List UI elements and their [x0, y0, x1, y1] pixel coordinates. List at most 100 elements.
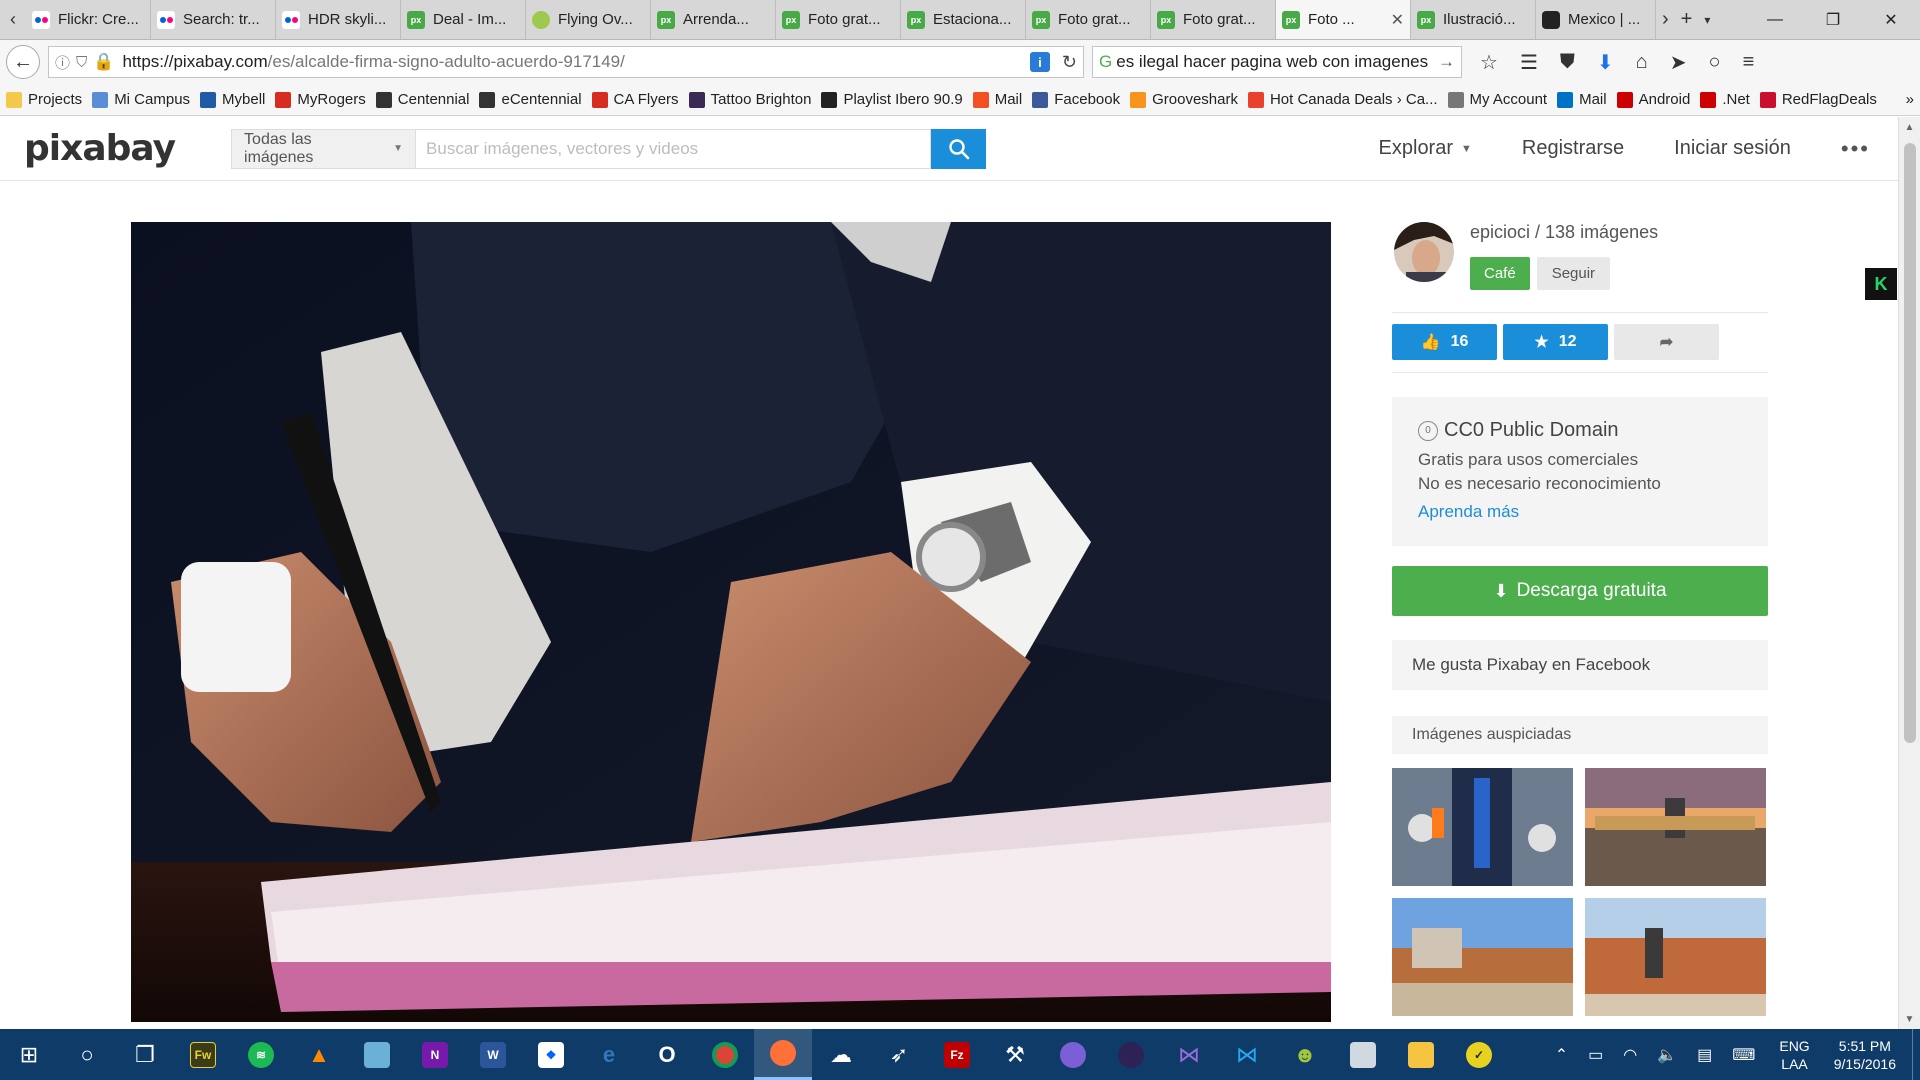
eclipse-icon[interactable] — [1102, 1029, 1160, 1080]
tab[interactable]: px Foto grat... — [776, 0, 901, 39]
free-download-button[interactable]: ⬇ Descarga gratuita — [1392, 566, 1768, 616]
bookmark-item[interactable]: Mail — [972, 91, 1022, 108]
sponsored-thumbnail[interactable] — [1585, 768, 1766, 886]
bookmarks-overflow-icon[interactable]: » — [1906, 91, 1914, 108]
scroll-up-icon[interactable]: ▲ — [1899, 117, 1920, 137]
bookmark-item[interactable]: Android — [1616, 91, 1690, 108]
tab[interactable]: px Arrenda... — [651, 0, 776, 39]
battery-icon[interactable]: ▭ — [1588, 1045, 1603, 1065]
search-go-icon[interactable]: → — [1438, 52, 1455, 72]
clock[interactable]: 5:51 PM 9/15/2016 — [1834, 1037, 1896, 1073]
info-icon[interactable]: ⓘ — [55, 52, 70, 73]
cafe-button[interactable]: Café — [1470, 257, 1530, 290]
bookmark-item[interactable]: Projects — [6, 91, 82, 108]
app-icon[interactable] — [348, 1029, 406, 1080]
share-button[interactable]: ➦ — [1614, 324, 1719, 360]
explore-menu[interactable]: Explorar ▼ — [1379, 137, 1472, 160]
favorite-button[interactable]: ★ 12 — [1503, 324, 1608, 360]
android-icon[interactable]: ☻ — [1276, 1029, 1334, 1080]
search-input[interactable] — [415, 128, 932, 169]
vlc-icon[interactable]: ▲ — [290, 1029, 348, 1080]
like-button[interactable]: 👍 16 — [1392, 324, 1497, 360]
follow-button[interactable]: Seguir — [1536, 257, 1611, 290]
bookmark-item[interactable]: .Net — [1700, 91, 1750, 108]
bookmark-item[interactable]: Playlist Ibero 90.9 — [821, 91, 963, 108]
search-button[interactable] — [931, 128, 987, 169]
login-link[interactable]: Iniciar sesión — [1674, 137, 1791, 160]
app-icon[interactable] — [1044, 1029, 1102, 1080]
dropbox-icon[interactable]: ❖ — [522, 1029, 580, 1080]
learn-more-link[interactable]: Aprenda más — [1418, 502, 1742, 522]
facebook-like-box[interactable]: Me gusta Pixabay en Facebook — [1392, 640, 1768, 690]
tab[interactable]: Mexico | ... — [1536, 0, 1656, 39]
send-icon[interactable]: ➤ — [1670, 50, 1687, 75]
tab-scroll-left-icon[interactable]: ‹ — [0, 0, 26, 39]
home-icon[interactable]: ⌂ — [1636, 51, 1648, 74]
back-button[interactable]: ← — [6, 45, 40, 79]
bookmark-item[interactable]: Centennial — [375, 91, 469, 108]
author-name[interactable]: epicioci / 138 imágenes — [1470, 222, 1658, 243]
reading-list-icon[interactable]: ☰ — [1520, 50, 1538, 75]
scroll-down-icon[interactable]: ▼ — [1899, 1009, 1920, 1029]
bookmark-item[interactable]: Facebook — [1032, 91, 1120, 108]
bookmark-item[interactable]: MyRogers — [275, 91, 366, 108]
bookmark-item[interactable]: Mi Campus — [92, 91, 190, 108]
chat-icon[interactable]: ○ — [1709, 51, 1721, 74]
bookmark-item[interactable]: My Account — [1447, 91, 1547, 108]
pixabay-logo[interactable]: pixabay — [24, 128, 176, 169]
visual-studio-icon[interactable]: ⋈ — [1160, 1029, 1218, 1080]
download-icon[interactable]: ⬇ — [1597, 50, 1614, 75]
more-options-icon[interactable]: ••• — [1841, 136, 1870, 162]
app-icon[interactable]: ✓ — [1450, 1029, 1508, 1080]
tab-list-icon[interactable]: ▾ — [1704, 13, 1710, 27]
cortana-icon[interactable]: ○ — [58, 1029, 116, 1080]
close-tab-icon[interactable]: ✕ — [1385, 10, 1404, 30]
show-hidden-icons-icon[interactable]: ⌃ — [1555, 1045, 1568, 1065]
search-engine-icon[interactable]: G — [1099, 52, 1112, 72]
word-icon[interactable]: W — [464, 1029, 522, 1080]
page-info-icon[interactable]: i — [1029, 52, 1050, 72]
action-center-icon[interactable]: ▤ — [1697, 1045, 1712, 1065]
shield-icon[interactable]: ⛉ — [76, 54, 87, 71]
task-view-icon[interactable]: ❐ — [116, 1029, 174, 1080]
vscode-icon[interactable]: ⋈ — [1218, 1029, 1276, 1080]
url-bar[interactable]: ⓘ ⛉ 🔒 https://pixabay.com/es/alcalde-fir… — [48, 46, 1084, 78]
show-desktop-button[interactable] — [1912, 1029, 1920, 1080]
tab[interactable]: px Foto grat... — [1151, 0, 1276, 39]
app-icon[interactable] — [1334, 1029, 1392, 1080]
tab[interactable]: px Estaciona... — [901, 0, 1026, 39]
bookmark-item[interactable]: CA Flyers — [591, 91, 679, 108]
windows-start-icon[interactable]: ⊞ — [0, 1029, 58, 1080]
menu-icon[interactable]: ≡ — [1743, 51, 1755, 74]
tools-icon[interactable]: ⚒ — [986, 1029, 1044, 1080]
bookmark-item[interactable]: Tattoo Brighton — [688, 91, 811, 108]
onenote-icon[interactable]: N — [406, 1029, 464, 1080]
app-icon[interactable]: ➶ — [870, 1029, 928, 1080]
firefox-icon[interactable] — [754, 1029, 812, 1080]
tab[interactable]: Flickr: Cre... — [26, 0, 151, 39]
edge-icon[interactable]: e — [580, 1029, 638, 1080]
keyboard-icon[interactable]: ⌨ — [1732, 1045, 1755, 1065]
file-explorer-icon[interactable] — [1392, 1029, 1450, 1080]
scrollbar-thumb[interactable] — [1904, 143, 1916, 743]
opera-icon[interactable]: O — [638, 1029, 696, 1080]
wifi-icon[interactable]: ◠ — [1623, 1045, 1637, 1065]
sponsored-thumbnail[interactable] — [1392, 768, 1573, 886]
avatar[interactable] — [1394, 222, 1454, 282]
bookmark-item[interactable]: RedFlagDeals — [1759, 91, 1877, 108]
tab-scroll-right-icon[interactable]: › — [1662, 8, 1669, 31]
sponsored-thumbnail[interactable] — [1585, 898, 1766, 1016]
chrome-icon[interactable] — [696, 1029, 754, 1080]
tab-active[interactable]: px Foto ... ✕ — [1276, 0, 1411, 39]
tab[interactable]: HDR skyli... — [276, 0, 401, 39]
scrollbar[interactable]: ▲ ▼ — [1898, 117, 1920, 1029]
close-window-icon[interactable]: ✕ — [1862, 0, 1920, 39]
volume-icon[interactable]: 🔈 — [1657, 1045, 1677, 1065]
bookmark-item[interactable]: Grooveshark — [1130, 91, 1238, 108]
fireworks-icon[interactable]: Fw — [174, 1029, 232, 1080]
pocket-icon[interactable]: ⛊ — [1560, 51, 1575, 74]
bookmark-item[interactable]: eCentennial — [479, 91, 582, 108]
spotify-icon[interactable]: ≋ — [232, 1029, 290, 1080]
tab[interactable]: px Ilustració... — [1411, 0, 1536, 39]
extension-badge[interactable]: K — [1865, 268, 1897, 300]
